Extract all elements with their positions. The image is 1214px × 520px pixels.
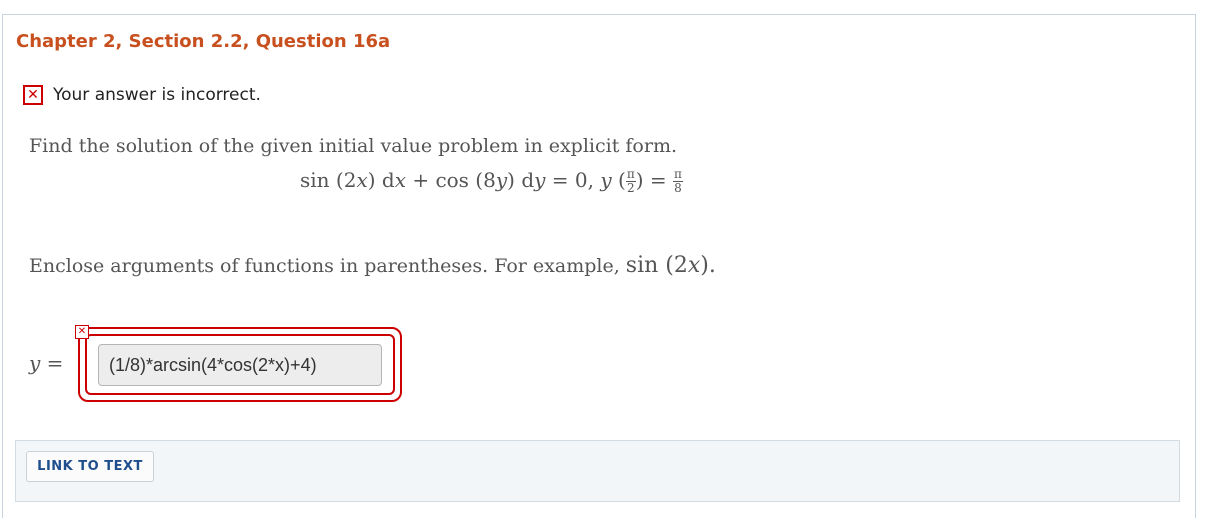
- problem-hint: Enclose arguments of functions in parent…: [29, 253, 716, 278]
- frac-den: 2: [626, 181, 635, 195]
- answer-box-outline: [78, 327, 402, 402]
- eq-var: y: [600, 168, 612, 192]
- eq-var: y: [534, 168, 546, 192]
- answer-label-eq: =: [40, 351, 64, 375]
- eq-var: x: [394, 168, 406, 192]
- feedback-message: ✕ Your answer is incorrect.: [23, 84, 261, 106]
- frac-num: π: [625, 167, 636, 182]
- frac-num: π: [673, 167, 683, 182]
- question-title: Chapter 2, Section 2.2, Question 16a: [16, 31, 391, 52]
- eq-var: x: [356, 168, 368, 192]
- link-to-text-button[interactable]: LINK TO TEXT: [26, 451, 154, 482]
- hint-text: Enclose arguments of functions in parent…: [29, 255, 626, 277]
- eq-text: + cos (8: [405, 168, 496, 192]
- answer-label-var: y: [29, 351, 41, 375]
- fraction-pi-over-2: π2: [625, 167, 636, 195]
- problem-prompt: Find the solution of the given initial v…: [29, 135, 678, 157]
- x-mark-icon: ✕: [75, 325, 89, 339]
- hint-math-text: ).: [700, 253, 716, 278]
- answer-label: y =: [29, 351, 63, 375]
- answer-input[interactable]: [98, 344, 382, 386]
- eq-text: sin (2: [300, 168, 357, 192]
- hint-math: sin (2x).: [626, 253, 716, 278]
- eq-text: (: [611, 168, 626, 192]
- eq-text: ) =: [635, 168, 674, 192]
- question-toolbar: LINK TO TEXT: [15, 440, 1180, 502]
- eq-var: y: [495, 168, 508, 192]
- feedback-text: Your answer is incorrect.: [53, 85, 261, 105]
- x-mark-icon: ✕: [23, 85, 43, 105]
- problem-equation: sin (2x) dx + cos (8y) dy = 0, y (π 2) = …: [300, 168, 683, 195]
- eq-text: = 0,: [545, 168, 601, 192]
- eq-text: ) d: [507, 168, 535, 192]
- eq-text: ) d: [367, 168, 395, 192]
- fraction-pi-over-8: π8: [673, 168, 683, 195]
- hint-math-text: sin (2: [625, 253, 688, 278]
- hint-math-var: x: [687, 253, 701, 278]
- frac-den: 8: [674, 181, 682, 195]
